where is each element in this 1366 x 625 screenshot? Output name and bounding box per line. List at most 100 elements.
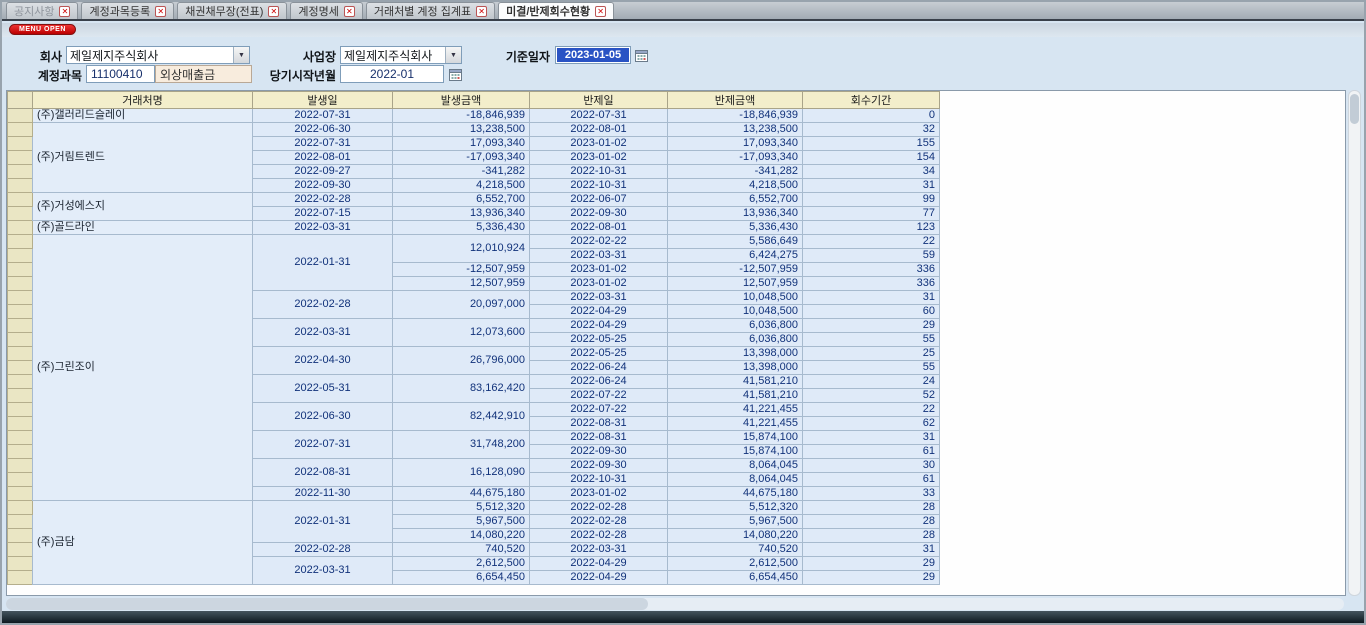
cell-date[interactable]: 2022-10-31	[530, 473, 668, 487]
row-selector[interactable]	[8, 445, 33, 459]
cell-date[interactable]: 2022-08-31	[530, 417, 668, 431]
cell-amount[interactable]: 2,612,500	[393, 557, 530, 571]
cell-date[interactable]: 2022-05-25	[530, 333, 668, 347]
cell-amount[interactable]: 44,675,180	[668, 487, 803, 501]
cell-date[interactable]: 2022-09-30	[253, 179, 393, 193]
cell-amount[interactable]: 10,048,500	[668, 305, 803, 319]
cell-collection-days[interactable]: 61	[803, 473, 940, 487]
cell-amount[interactable]: 4,218,500	[668, 179, 803, 193]
cell-amount[interactable]: 5,967,500	[668, 515, 803, 529]
cell-collection-days[interactable]: 154	[803, 151, 940, 165]
cell-date[interactable]: 2022-02-28	[530, 529, 668, 543]
period-start-input[interactable]: 2022-01	[340, 65, 444, 83]
cell-collection-days[interactable]: 31	[803, 543, 940, 557]
row-selector[interactable]	[8, 291, 33, 305]
row-selector[interactable]	[8, 249, 33, 263]
row-selector[interactable]	[8, 207, 33, 221]
cell-collection-days[interactable]: 123	[803, 221, 940, 235]
row-selector[interactable]	[8, 305, 33, 319]
cell-amount[interactable]: 13,398,000	[668, 361, 803, 375]
cell-date[interactable]: 2022-04-29	[530, 319, 668, 333]
cell-collection-days[interactable]: 25	[803, 347, 940, 361]
row-selector[interactable]	[8, 473, 33, 487]
cell-customer-name[interactable]: (주)그린조이	[33, 235, 253, 501]
company-select[interactable]: 제일제지주식회사 ▼	[66, 46, 250, 64]
cell-amount[interactable]: 17,093,340	[668, 137, 803, 151]
cell-collection-days[interactable]: 99	[803, 193, 940, 207]
row-selector[interactable]	[8, 109, 33, 123]
row-selector[interactable]	[8, 165, 33, 179]
cell-amount[interactable]: 6,654,450	[668, 571, 803, 585]
cell-amount[interactable]: 740,520	[668, 543, 803, 557]
cell-date[interactable]: 2022-07-31	[253, 137, 393, 151]
row-selector[interactable]	[8, 263, 33, 277]
cell-amount[interactable]: 4,218,500	[393, 179, 530, 193]
cell-amount[interactable]: 41,221,455	[668, 403, 803, 417]
cell-date[interactable]: 2022-07-31	[253, 431, 393, 459]
cell-collection-days[interactable]: 31	[803, 291, 940, 305]
base-date-input[interactable]: 2023-01-05	[555, 46, 631, 64]
cell-amount[interactable]: 41,581,210	[668, 389, 803, 403]
row-selector[interactable]	[8, 193, 33, 207]
cell-collection-days[interactable]: 77	[803, 207, 940, 221]
cell-amount[interactable]: 5,967,500	[393, 515, 530, 529]
tab-3[interactable]: 채권채무장(전표)✕	[177, 2, 287, 19]
row-selector[interactable]	[8, 361, 33, 375]
cell-collection-days[interactable]: 28	[803, 501, 940, 515]
cell-collection-days[interactable]: 29	[803, 571, 940, 585]
cell-amount[interactable]: 8,064,045	[668, 473, 803, 487]
cell-amount[interactable]: 41,581,210	[668, 375, 803, 389]
account-code-input[interactable]: 11100410	[86, 65, 155, 83]
row-selector[interactable]	[8, 179, 33, 193]
cell-collection-days[interactable]: 336	[803, 263, 940, 277]
row-selector[interactable]	[8, 277, 33, 291]
cell-date[interactable]: 2022-09-30	[530, 445, 668, 459]
cell-amount[interactable]: -341,282	[393, 165, 530, 179]
cell-date[interactable]: 2022-08-01	[253, 151, 393, 165]
cell-amount[interactable]: 16,128,090	[393, 459, 530, 487]
cell-amount[interactable]: 10,048,500	[668, 291, 803, 305]
row-selector[interactable]	[8, 571, 33, 585]
cell-collection-days[interactable]: 59	[803, 249, 940, 263]
cell-amount[interactable]: 12,010,924	[393, 235, 530, 263]
cell-amount[interactable]: 6,552,700	[393, 193, 530, 207]
cell-date[interactable]: 2022-06-07	[530, 193, 668, 207]
cell-date[interactable]: 2022-03-31	[253, 319, 393, 347]
cell-date[interactable]: 2022-02-28	[530, 501, 668, 515]
cell-collection-days[interactable]: 28	[803, 515, 940, 529]
scrollbar-thumb[interactable]	[1350, 94, 1359, 124]
cell-date[interactable]: 2022-06-30	[253, 123, 393, 137]
cell-date[interactable]: 2022-08-31	[530, 431, 668, 445]
row-selector[interactable]	[8, 389, 33, 403]
cell-date[interactable]: 2023-01-02	[530, 151, 668, 165]
cell-date[interactable]: 2022-11-30	[253, 487, 393, 501]
cell-collection-days[interactable]: 29	[803, 319, 940, 333]
cell-amount[interactable]: 13,398,000	[668, 347, 803, 361]
cell-date[interactable]: 2022-03-31	[530, 249, 668, 263]
cell-date[interactable]: 2023-01-02	[530, 487, 668, 501]
cell-amount[interactable]: 17,093,340	[393, 137, 530, 151]
chevron-down-icon[interactable]: ▼	[233, 47, 249, 63]
cell-amount[interactable]: 15,874,100	[668, 445, 803, 459]
cell-date[interactable]: 2022-03-31	[253, 221, 393, 235]
cell-collection-days[interactable]: 62	[803, 417, 940, 431]
cell-date[interactable]: 2022-01-31	[253, 235, 393, 291]
cell-amount[interactable]: 12,507,959	[393, 277, 530, 291]
tab-close-icon[interactable]: ✕	[595, 6, 606, 17]
cell-customer-name[interactable]: (주)거림트렌드	[33, 123, 253, 193]
cell-collection-days[interactable]: 28	[803, 529, 940, 543]
cell-amount[interactable]: 6,424,275	[668, 249, 803, 263]
cell-date[interactable]: 2022-07-22	[530, 389, 668, 403]
cell-customer-name[interactable]: (주)골드라인	[33, 221, 253, 235]
cell-collection-days[interactable]: 336	[803, 277, 940, 291]
cell-amount[interactable]: 15,874,100	[668, 431, 803, 445]
cell-collection-days[interactable]: 32	[803, 123, 940, 137]
row-selector[interactable]	[8, 431, 33, 445]
cell-amount[interactable]: -17,093,340	[668, 151, 803, 165]
row-selector[interactable]	[8, 137, 33, 151]
cell-date[interactable]: 2022-09-27	[253, 165, 393, 179]
cell-date[interactable]: 2022-02-28	[530, 515, 668, 529]
cell-amount[interactable]: 6,552,700	[668, 193, 803, 207]
cell-date[interactable]: 2022-09-30	[530, 459, 668, 473]
row-selector[interactable]	[8, 543, 33, 557]
